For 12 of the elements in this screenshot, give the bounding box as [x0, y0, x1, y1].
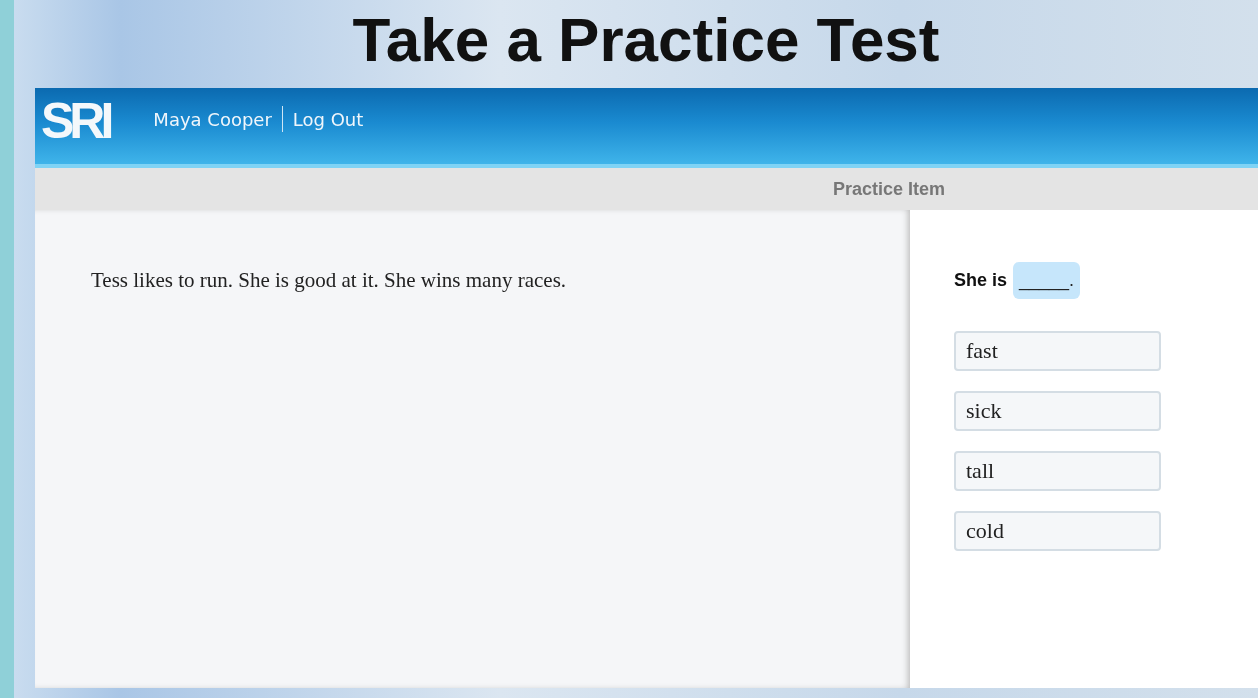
passage-text: Tess likes to run. She is good at it. She wins many races. — [91, 268, 568, 293]
answer-option[interactable]: cold — [954, 511, 1161, 551]
logout-link[interactable]: Log Out — [292, 108, 364, 130]
answer-option[interactable]: tall — [954, 451, 1161, 491]
toolbar-title: Practice Item — [832, 178, 945, 200]
answer-blank[interactable]: _____. — [1013, 262, 1081, 299]
user-name: Maya Cooper — [153, 108, 272, 130]
answer-option[interactable]: sick — [954, 391, 1161, 431]
slide-title: Take a Practice Test — [351, 4, 941, 76]
question-text: She is — [954, 270, 1008, 291]
answer-option[interactable]: fast — [954, 331, 1161, 371]
logo: SRI — [41, 92, 110, 150]
